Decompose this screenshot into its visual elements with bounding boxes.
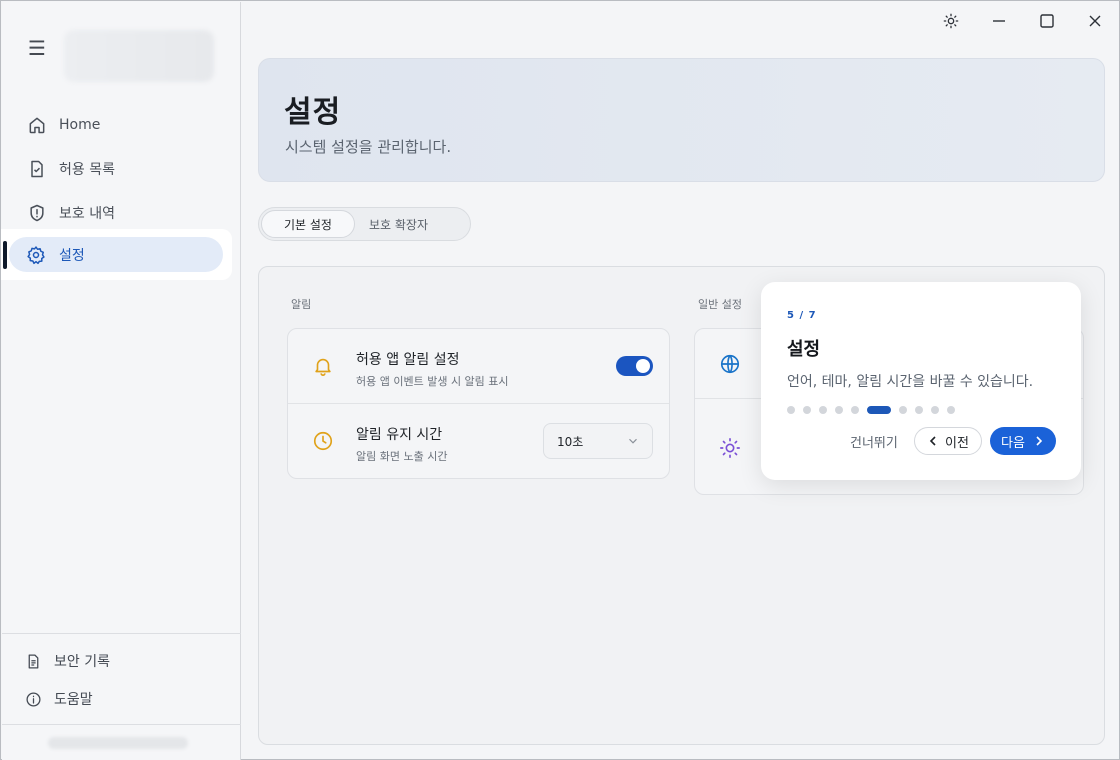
version-info: [48, 737, 188, 749]
sun-icon: [720, 438, 740, 458]
page-subtitle: 시스템 설정을 관리합니다.: [285, 138, 452, 156]
page-header: 설정 시스템 설정을 관리합니다.: [258, 58, 1105, 182]
setting-title: 허용 앱 알림 설정: [356, 352, 460, 368]
setting-title: 알림 유지 시간: [356, 427, 443, 443]
tour-dot-active: [867, 406, 891, 414]
sidebar-item-label: 보호 내역: [59, 206, 115, 222]
select-value: 10초: [557, 434, 584, 449]
home-icon: [27, 115, 47, 135]
sidebar: ☰ Home 허용 목록 보호 내역 보안 기록 도움말: [2, 2, 241, 760]
sidebar-item-security-log[interactable]: 보안 기록: [2, 642, 241, 680]
setting-description: 알림 화면 노출 시간: [356, 450, 448, 463]
chevron-down-icon: [629, 438, 637, 444]
hamburger-icon[interactable]: ☰: [28, 38, 48, 58]
sidebar-item-label: 허용 목록: [59, 162, 115, 178]
sidebar-item-label: 도움말: [54, 692, 93, 708]
page-title: 설정: [284, 95, 342, 130]
tour-dot: [835, 406, 843, 414]
tour-skip-button[interactable]: 건너뛰기: [850, 432, 898, 451]
notification-duration-select[interactable]: 10초: [543, 423, 653, 459]
tab-basic-settings[interactable]: 기본 설정: [261, 210, 355, 238]
tour-dot: [899, 406, 907, 414]
sidebar-nav: Home 허용 목록 보호 내역: [2, 103, 241, 235]
gear-icon: [27, 246, 45, 265]
tour-prev-button[interactable]: 이전: [914, 427, 982, 455]
tour-dot: [931, 406, 939, 414]
general-group-label: 일반 설정: [698, 298, 742, 311]
setting-row-notification-duration: 알림 유지 시간 알림 화면 노출 시간 10초: [288, 403, 669, 477]
tour-dot: [915, 406, 923, 414]
document-icon: [28, 653, 39, 669]
tour-title: 설정: [787, 339, 821, 360]
info-icon: [26, 691, 41, 707]
tour-dot: [947, 406, 955, 414]
tour-description: 언어, 테마, 알림 시간을 바꿀 수 있습니다.: [787, 374, 1034, 390]
chevron-right-icon: [1036, 436, 1043, 446]
chevron-left-icon: [929, 436, 936, 446]
brand-logo: [64, 30, 214, 82]
tour-step-counter: 5 / 7: [787, 310, 817, 321]
clock-icon: [313, 431, 333, 451]
sidebar-item-allowlist[interactable]: 허용 목록: [2, 147, 241, 191]
tour-dot: [851, 406, 859, 414]
tour-next-label: 다음: [1001, 435, 1025, 451]
sidebar-footer: [2, 724, 241, 760]
tour-spotlight: 설정: [1, 229, 232, 280]
sidebar-item-settings[interactable]: 설정: [26, 244, 85, 266]
tour-dot: [787, 406, 795, 414]
setting-row-allowed-app-notification: 허용 앱 알림 설정 허용 앱 이벤트 발생 시 알림 표시: [288, 329, 669, 403]
tour-prev-label: 이전: [945, 435, 969, 451]
tour-dot: [819, 406, 827, 414]
sidebar-item-label: 설정: [59, 248, 85, 264]
sidebar-item-label: 보안 기록: [54, 654, 110, 670]
sidebar-item-label: Home: [59, 117, 101, 133]
file-check-icon: [27, 159, 47, 179]
active-indicator: [3, 241, 7, 269]
tour-popover: 5 / 7 설정 언어, 테마, 알림 시간을 바꿀 수 있습니다. 건너뛰기 …: [761, 282, 1081, 480]
setting-description: 허용 앱 이벤트 발생 시 알림 표시: [356, 375, 509, 388]
allowed-app-notification-toggle[interactable]: [616, 356, 653, 376]
notifications-group-label: 알림: [291, 298, 312, 311]
tour-next-button[interactable]: 다음: [990, 427, 1056, 455]
tour-dot: [803, 406, 811, 414]
tour-progress-dots: [787, 406, 963, 414]
bell-icon: [315, 358, 331, 376]
globe-icon: [720, 354, 740, 374]
sidebar-bottom: 보안 기록 도움말: [2, 633, 241, 760]
sidebar-item-home[interactable]: Home: [2, 103, 241, 147]
tab-protected-extensions[interactable]: 보호 확장자: [355, 210, 442, 238]
settings-tabs: 기본 설정 보호 확장자: [258, 207, 471, 241]
sidebar-item-help[interactable]: 도움말: [2, 680, 241, 718]
app-window: ☰ Home 허용 목록 보호 내역 보안 기록 도움말 설정 설정 시스템 설…: [0, 0, 1120, 760]
notifications-card: 허용 앱 알림 설정 허용 앱 이벤트 발생 시 알림 표시 알림 유지 시간 …: [287, 328, 670, 479]
shield-alert-icon: [27, 203, 47, 223]
